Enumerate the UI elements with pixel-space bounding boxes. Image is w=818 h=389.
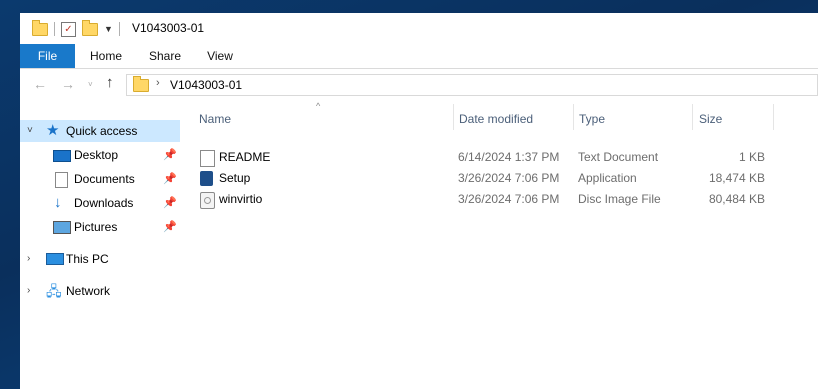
- column-divider[interactable]: [692, 104, 693, 130]
- pin-icon[interactable]: 📌: [163, 168, 177, 190]
- star-icon: ★: [46, 122, 60, 139]
- file-name: README: [219, 150, 271, 164]
- file-date: 3/26/2024 7:06 PM: [458, 171, 560, 185]
- ribbon-tabs: File Home Share View: [20, 44, 818, 69]
- sidebar-item-label: Quick access: [66, 124, 138, 138]
- title-bar: ✓ ▼ V1043003-01: [20, 13, 818, 44]
- address-bar[interactable]: › V1043003-01: [126, 74, 818, 96]
- sidebar-item-desktop[interactable]: Desktop 📌: [20, 144, 180, 166]
- file-size: 80,484 KB: [708, 192, 765, 206]
- column-header-name[interactable]: Name: [199, 107, 231, 131]
- file-date: 6/14/2024 1:37 PM: [458, 150, 560, 164]
- forward-button[interactable]: →: [61, 76, 75, 92]
- chevron-right-icon[interactable]: ›: [27, 248, 30, 270]
- documents-icon: [55, 172, 68, 188]
- sidebar-item-downloads[interactable]: ↓ Downloads 📌: [20, 192, 180, 214]
- tab-share[interactable]: Share: [140, 44, 190, 68]
- network-icon: 🖧: [46, 283, 62, 299]
- sidebar-item-pictures[interactable]: Pictures 📌: [20, 216, 180, 238]
- up-button[interactable]: ↑: [106, 74, 114, 91]
- file-type: Application: [578, 171, 637, 185]
- computer-icon: [46, 253, 64, 265]
- sidebar-item-network[interactable]: › 🖧 Network: [20, 280, 180, 302]
- navigation-pane: ˅ ★ Quick access Desktop 📌 Documents 📌 ↓…: [20, 101, 180, 389]
- chevron-down-icon[interactable]: ˅: [27, 120, 33, 142]
- tab-file[interactable]: File: [20, 44, 75, 68]
- folder-icon: [133, 76, 149, 92]
- disc-image-icon: [200, 192, 215, 209]
- setup-app-icon: [200, 171, 213, 186]
- pictures-icon: [53, 221, 71, 234]
- properties-icon[interactable]: ✓: [61, 21, 76, 37]
- address-path[interactable]: V1043003-01: [170, 78, 242, 92]
- recent-locations-button[interactable]: ˅: [88, 80, 93, 89]
- column-header-size[interactable]: Size: [699, 107, 722, 131]
- pin-icon[interactable]: 📌: [163, 192, 177, 214]
- sidebar-item-label: Pictures: [74, 220, 118, 234]
- file-list: ^ Name Date modified Type Size README 6/…: [180, 101, 818, 389]
- table-row[interactable]: winvirtio 3/26/2024 7:06 PM Disc Image F…: [180, 189, 818, 210]
- sidebar-item-quick-access[interactable]: ˅ ★ Quick access: [20, 120, 180, 142]
- customize-toolbar-dropdown-icon[interactable]: ▼: [104, 24, 113, 34]
- sidebar-item-documents[interactable]: Documents 📌: [20, 168, 180, 190]
- chevron-right-icon[interactable]: ›: [27, 280, 30, 302]
- file-name: Setup: [219, 171, 251, 185]
- downloads-icon: ↓: [54, 194, 62, 211]
- column-divider[interactable]: [453, 104, 454, 130]
- sidebar-item-label: Network: [66, 284, 111, 298]
- window-title: V1043003-01: [132, 21, 205, 35]
- column-divider[interactable]: [773, 104, 774, 130]
- sidebar-item-label: Documents: [74, 172, 135, 186]
- file-name: winvirtio: [219, 192, 263, 206]
- table-row[interactable]: README 6/14/2024 1:37 PM Text Document 1…: [180, 147, 818, 168]
- folder-icon[interactable]: [32, 19, 48, 36]
- file-size: 1 KB: [738, 150, 765, 164]
- back-button[interactable]: ←: [33, 76, 47, 92]
- chevron-right-icon[interactable]: ›: [156, 77, 160, 89]
- file-explorer-window: ✓ ▼ V1043003-01 File Home Share View ← →…: [20, 13, 818, 389]
- sort-ascending-icon: ^: [316, 101, 321, 111]
- table-row[interactable]: Setup 3/26/2024 7:06 PM Application 18,4…: [180, 168, 818, 189]
- pin-icon[interactable]: 📌: [163, 144, 177, 166]
- column-header-type[interactable]: Type: [579, 107, 605, 131]
- sidebar-item-label: This PC: [66, 252, 109, 266]
- file-type: Disc Image File: [578, 192, 661, 206]
- new-folder-icon[interactable]: [82, 19, 98, 36]
- file-type: Text Document: [578, 150, 659, 164]
- sidebar-item-label: Desktop: [74, 148, 119, 162]
- pin-icon[interactable]: 📌: [163, 216, 177, 238]
- navigation-bar: ← → ˅ ↑ › V1043003-01: [20, 69, 818, 99]
- toolbar-separator: [118, 22, 120, 36]
- text-file-icon: [200, 150, 215, 167]
- quick-access-toolbar: ✓ ▼: [32, 19, 126, 38]
- desktop-icon: [53, 150, 71, 162]
- column-header-date-modified[interactable]: Date modified: [459, 107, 533, 131]
- sidebar-item-label: Downloads: [74, 196, 134, 210]
- column-divider[interactable]: [573, 104, 574, 130]
- tab-view[interactable]: View: [198, 44, 242, 68]
- toolbar-separator: [54, 22, 55, 36]
- sidebar-item-this-pc[interactable]: › This PC: [20, 248, 180, 270]
- file-size: 18,474 KB: [708, 171, 765, 185]
- file-date: 3/26/2024 7:06 PM: [458, 192, 560, 206]
- tab-home[interactable]: Home: [82, 44, 130, 68]
